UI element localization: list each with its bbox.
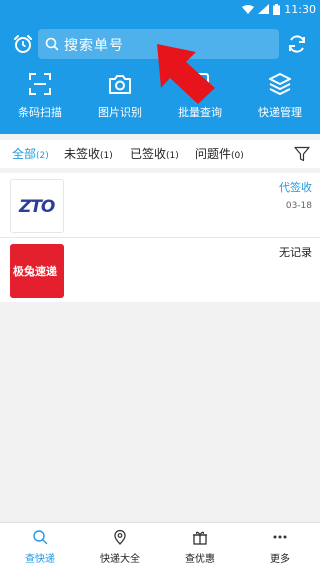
- tab-label: 问题件: [195, 147, 232, 161]
- bottom-nav: 查快递 快递大全 查优惠 更多: [0, 522, 320, 569]
- nav-check-deals[interactable]: 查优惠: [160, 523, 240, 569]
- refresh-icon[interactable]: [286, 33, 308, 55]
- package-date: 03-18: [285, 201, 312, 211]
- quick-tools: 条码扫描 图片识别 批量查询 快递管理: [0, 72, 320, 124]
- battery-icon: [273, 3, 281, 15]
- tool-image-recognition[interactable]: 图片识别: [80, 72, 160, 124]
- tool-express-management[interactable]: 快递管理: [240, 72, 320, 124]
- jt-logo-text: 极兔速递: [13, 265, 57, 278]
- nav-label: 查优惠: [185, 554, 215, 565]
- search-icon: [33, 530, 48, 545]
- package-status: 无记录: [279, 246, 312, 259]
- status-time: 11:30: [284, 2, 316, 16]
- more-icon: [273, 535, 287, 539]
- header: 11:30 搜索单号 条码扫描 图片识别 批量查询 快递管理: [0, 0, 320, 134]
- nav-more[interactable]: 更多: [240, 523, 320, 569]
- tab-unsigned[interactable]: 未签收(1): [64, 145, 113, 162]
- batch-query-icon: [191, 73, 209, 95]
- tab-label: 未签收: [64, 147, 101, 161]
- tab-all[interactable]: 全部(2): [12, 145, 49, 162]
- signal-icon: [258, 4, 270, 14]
- nav-label: 查快递: [25, 554, 55, 565]
- zto-logo-text: ZTO: [19, 197, 55, 217]
- tab-label: 已签收: [130, 147, 167, 161]
- tool-barcode-scan[interactable]: 条码扫描: [0, 72, 80, 124]
- camera-icon: [109, 75, 131, 94]
- jt-express-logo: 极兔速递: [10, 244, 64, 298]
- search-icon: [45, 37, 59, 51]
- tool-label: 条码扫描: [18, 106, 62, 119]
- search-input[interactable]: 搜索单号: [38, 29, 279, 59]
- filter-tabs: 全部(2) 未签收(1) 已签收(1) 问题件(0): [0, 140, 320, 168]
- search-placeholder: 搜索单号: [64, 38, 124, 54]
- status-bar: 11:30: [0, 0, 320, 18]
- nav-query-express[interactable]: 查快递: [0, 523, 80, 569]
- nav-express-directory[interactable]: 快递大全: [80, 523, 160, 569]
- tab-label: 全部: [12, 147, 37, 161]
- package-item-zto[interactable]: ZTO 代签收 03-18: [0, 173, 320, 237]
- tab-count: (0): [231, 151, 244, 161]
- nav-label: 更多: [270, 554, 290, 565]
- nav-label: 快递大全: [100, 554, 140, 565]
- tab-problem[interactable]: 问题件(0): [195, 145, 244, 162]
- tab-count: (2): [36, 151, 49, 161]
- location-pin-icon: [114, 529, 126, 545]
- tab-count: (1): [100, 151, 113, 161]
- package-status: 代签收: [279, 181, 312, 194]
- tool-label: 图片识别: [98, 106, 142, 119]
- filter-icon[interactable]: [294, 146, 310, 162]
- tool-label: 快递管理: [258, 106, 302, 119]
- tool-batch-query[interactable]: 批量查询: [160, 72, 240, 124]
- wifi-icon: [242, 5, 255, 14]
- tab-signed[interactable]: 已签收(1): [130, 145, 179, 162]
- tab-count: (1): [166, 151, 179, 161]
- layers-icon: [269, 73, 291, 95]
- gift-icon: [193, 531, 207, 545]
- tool-label: 批量查询: [178, 106, 222, 119]
- search-row: 搜索单号: [0, 28, 320, 60]
- barcode-scan-icon: [29, 73, 51, 95]
- zto-logo: ZTO: [10, 179, 64, 233]
- package-item-jt[interactable]: 极兔速递 无记录: [0, 238, 320, 302]
- alarm-clock-icon[interactable]: [12, 33, 34, 55]
